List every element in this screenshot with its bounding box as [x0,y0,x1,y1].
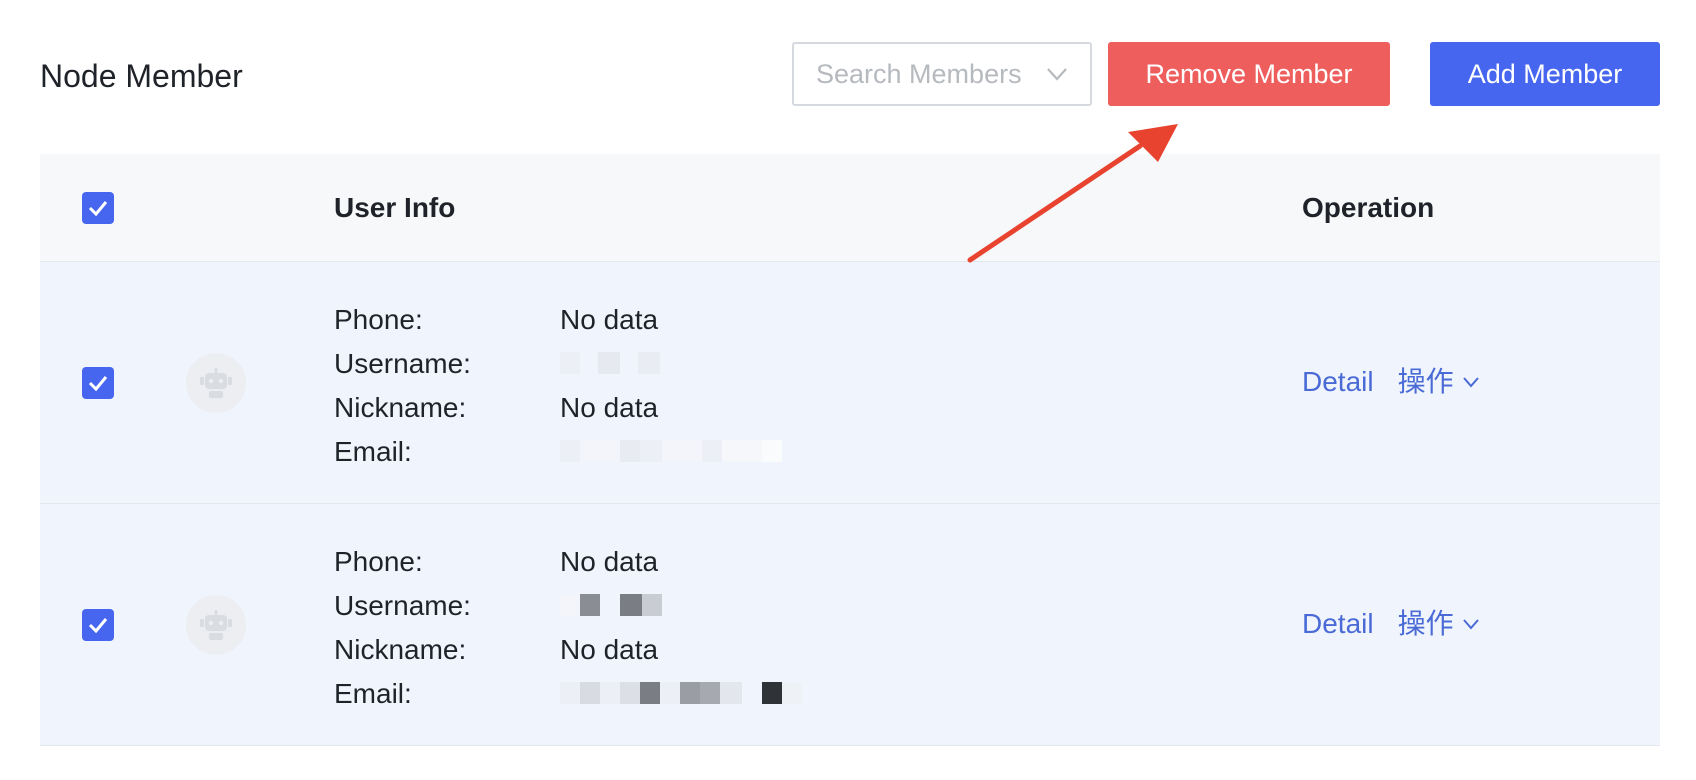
phone-label: Phone: [334,546,423,577]
nickname-label: Nickname: [334,634,467,665]
username-redacted [560,352,660,376]
chevron-down-icon [1462,619,1479,630]
check-icon [88,201,108,217]
check-icon [88,618,108,634]
user-info: Phone: No data Username: Nickname: No da… [334,540,934,716]
email-redacted [560,440,782,464]
username-redacted [560,594,662,618]
detail-link[interactable]: Detail [1302,364,1374,400]
column-header-user-info: User Info [334,192,456,223]
column-header-operation: Operation [1302,192,1435,223]
row-operations: Detail 操作 [1302,364,1480,400]
row-operations: Detail 操作 [1302,606,1480,642]
operation-dropdown[interactable]: 操作 [1398,364,1480,400]
operation-dropdown-label: 操作 [1397,366,1454,397]
row-checkbox[interactable] [82,609,114,641]
table-header: User Info Operation [40,154,1660,262]
table-row: Phone: No data Username: Nickname: No da… [40,262,1660,504]
check-icon [88,376,108,392]
username-label: Username: [334,590,471,621]
select-all-checkbox[interactable] [82,192,114,224]
robot-avatar-icon [186,595,246,655]
page-title: Node Member [40,58,243,94]
email-label: Email: [334,436,412,467]
robot-avatar-icon [186,353,246,413]
add-member-button[interactable]: Add Member [1430,42,1660,106]
chevron-down-icon [1462,377,1479,388]
username-label: Username: [334,348,471,379]
chevron-down-icon [1047,68,1067,81]
operation-dropdown[interactable]: 操作 [1398,606,1480,642]
email-label: Email: [334,678,412,709]
user-info: Phone: No data Username: Nickname: No da… [334,298,934,474]
email-redacted [560,682,802,706]
remove-member-button[interactable]: Remove Member [1108,42,1390,106]
detail-link[interactable]: Detail [1302,606,1374,642]
nickname-value: No data [560,392,659,423]
phone-value: No data [560,304,659,335]
search-members-placeholder: Search Members [816,58,1022,89]
phone-value: No data [560,546,659,577]
phone-label: Phone: [334,304,423,335]
operation-dropdown-label: 操作 [1397,608,1454,639]
row-checkbox[interactable] [82,367,114,399]
nickname-label: Nickname: [334,392,467,423]
table-row: Phone: No data Username: Nickname: No da… [40,504,1660,746]
nickname-value: No data [560,634,659,665]
member-table: User Info Operation Phone: No data Usern… [40,154,1660,746]
search-members-select[interactable]: Search Members [792,42,1092,106]
